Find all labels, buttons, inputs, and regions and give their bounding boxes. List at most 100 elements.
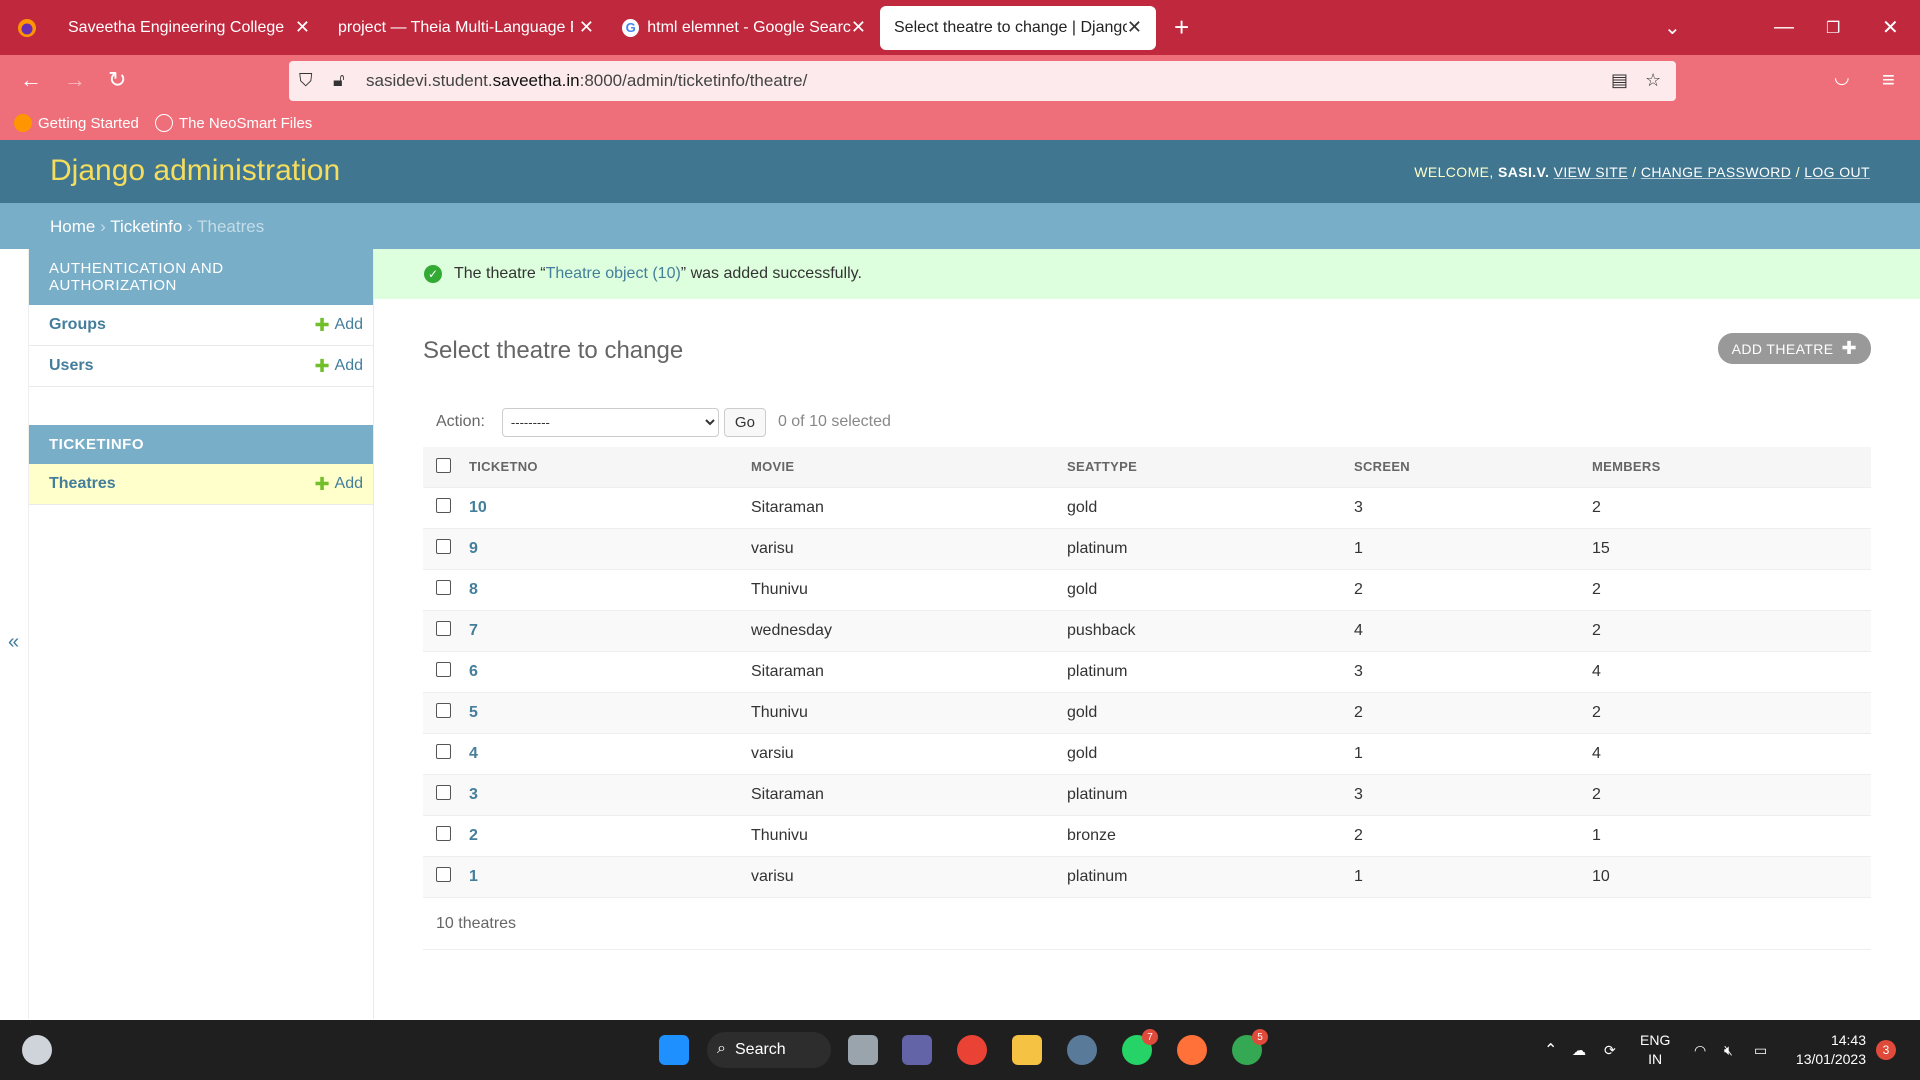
row-checkbox[interactable] [436,661,451,677]
teams-chat-icon[interactable] [902,1035,932,1065]
module-caption-auth[interactable]: Authentication and Authorization [29,249,373,305]
start-windows-icon[interactable] [659,1035,689,1065]
chrome-profile-icon[interactable]: 5 [1232,1029,1268,1065]
row-checkbox[interactable] [436,579,451,595]
ticketno-link[interactable]: 3 [469,786,478,803]
bookmark-getting-started[interactable]: Getting Started [14,114,139,132]
row-checkbox[interactable] [436,538,451,554]
new-tab-button[interactable]: + [1174,12,1189,43]
reload-icon[interactable]: ↻ [108,67,126,93]
close-window-icon[interactable]: ✕ [1882,0,1899,55]
action-select[interactable]: --------- [501,407,719,437]
reader-view-icon[interactable]: ▤ [1611,70,1628,91]
bookmark-neosmart[interactable]: The NeoSmart Files [154,114,312,132]
ticketno-link[interactable]: 5 [469,704,478,721]
theatre-object-link[interactable]: Theatre object (10) [546,265,681,283]
forward-icon[interactable]: → [64,67,86,93]
result-table: TICKETNO MOVIE SEATTYPE SCREEN MEMBERS 1… [423,447,1871,898]
row-checkbox[interactable] [436,497,451,513]
movie-cell: Sitaraman [751,487,1067,529]
row-checkbox[interactable] [436,866,451,882]
address-bar[interactable]: ⛉ 🔓︎ sasidevi.student.saveetha.in:8000/a… [289,61,1676,101]
select-all-checkbox[interactable] [436,457,451,473]
insecure-lock-icon[interactable]: 🔓︎ [333,70,345,91]
screen-cell: 1 [1354,733,1592,775]
file-explorer-icon[interactable] [1012,1035,1042,1065]
weather-icon[interactable] [22,1035,52,1065]
groups-link[interactable]: Groups [49,316,106,334]
list-tabs-icon[interactable]: ⌄ [1664,0,1681,55]
theatres-link[interactable]: Theatres [49,475,116,493]
row-checkbox[interactable] [436,702,451,718]
clock[interactable]: 14:43 13/01/2023 [1790,1020,1866,1080]
sidebar-toggle[interactable]: « [0,249,29,1019]
restore-window-icon[interactable]: ❐ [1826,0,1840,55]
sync-icon[interactable]: ⟳ [1604,1020,1616,1080]
whatsapp-icon[interactable]: 7 [1122,1029,1158,1065]
ticketno-link[interactable]: 10 [469,499,487,516]
row-checkbox[interactable] [436,784,451,800]
ticketno-link[interactable]: 8 [469,581,478,598]
column-header[interactable]: SCREEN [1354,447,1592,488]
bookmark-star-icon[interactable]: ☆ [1645,70,1661,91]
settings-gear-icon[interactable] [1067,1035,1097,1065]
language-indicator[interactable]: ENG IN [1640,1020,1670,1080]
view-site-link[interactable]: VIEW SITE [1554,164,1628,180]
site-brand[interactable]: Django administration [50,154,340,188]
task-view-icon[interactable] [848,1035,878,1065]
column-header[interactable]: SEATTYPE [1067,447,1354,488]
show-hidden-icons[interactable]: ⌃ [1544,1020,1557,1080]
windows-taskbar: ⌕ Search 7 5 ⌃ ☁ ⟳ ENG IN ◠ 🔇︎ ▭ 14:43 1… [0,1020,1920,1080]
breadcrumb-ticketinfo[interactable]: Ticketinfo [110,217,182,236]
log-out-link[interactable]: LOG OUT [1804,164,1870,180]
column-header[interactable]: MEMBERS [1592,447,1871,488]
tab-django-active[interactable]: Select theatre to change | Django si ✕ [880,5,1156,50]
add-theatre-link[interactable]: ✚ Add [314,474,363,495]
ticketno-link[interactable]: 4 [469,745,478,762]
ticketno-link[interactable]: 2 [469,827,478,844]
notification-center[interactable]: 3 [1876,1020,1896,1080]
close-tab-icon[interactable]: ✕ [579,17,594,38]
users-link[interactable]: Users [49,357,93,375]
go-button[interactable]: Go [723,407,766,437]
close-tab-icon[interactable]: ✕ [295,17,310,38]
change-password-link[interactable]: CHANGE PASSWORD [1641,164,1791,180]
battery-icon[interactable]: ▭ [1754,1020,1767,1080]
firefox-taskbar-icon[interactable] [1177,1035,1207,1065]
column-header[interactable]: MOVIE [751,447,1067,488]
collapse-sidebar-icon[interactable]: « [8,631,19,654]
tab-theia[interactable]: project — Theia Multi-Language Ex ✕ [324,6,608,50]
ticketno-link[interactable]: 9 [469,540,478,557]
add-theatre-button[interactable]: ADD THEATRE ✚ [1717,333,1871,364]
table-row: 6 Sitaraman platinum 3 4 [423,651,1871,693]
tab-saveetha[interactable]: Saveetha Engineering College ✕ [54,6,324,50]
close-tab-icon[interactable]: ✕ [1127,17,1142,38]
wifi-icon[interactable]: ◠ [1694,1020,1706,1080]
minimize-window-icon[interactable]: — [1774,0,1794,55]
add-group-link[interactable]: ✚ Add [314,315,363,336]
ticketno-link[interactable]: 7 [469,622,478,639]
shield-icon[interactable]: ⛉ [299,70,313,91]
firefox-menu-icon[interactable] [0,0,54,55]
column-header[interactable]: TICKETNO [469,447,751,488]
movie-cell: Thunivu [751,692,1067,734]
ticketno-link[interactable]: 1 [469,868,478,885]
row-checkbox[interactable] [436,825,451,841]
ticketno-link[interactable]: 6 [469,663,478,680]
members-cell: 2 [1592,610,1871,652]
row-checkbox[interactable] [436,620,451,636]
back-icon[interactable]: ← [20,67,42,93]
close-tab-icon[interactable]: ✕ [851,17,866,38]
add-user-link[interactable]: ✚ Add [314,356,363,377]
breadcrumb-home[interactable]: Home [50,217,95,236]
tab-google-search[interactable]: G html elemnet - Google Search ✕ [608,6,880,50]
onedrive-cloud-icon[interactable]: ☁ [1572,1020,1586,1080]
pocket-icon[interactable]: ◡ [1834,67,1850,88]
volume-muted-icon[interactable]: 🔇︎ [1724,1020,1733,1080]
chrome-icon[interactable] [957,1035,987,1065]
row-checkbox[interactable] [436,743,451,759]
url-text[interactable]: sasidevi.student.saveetha.in:8000/admin/… [366,71,807,91]
hamburger-menu-icon[interactable]: ≡ [1882,67,1895,93]
taskbar-search[interactable]: ⌕ Search [707,1032,831,1068]
module-caption-ticketinfo[interactable]: Ticketinfo [29,425,373,464]
